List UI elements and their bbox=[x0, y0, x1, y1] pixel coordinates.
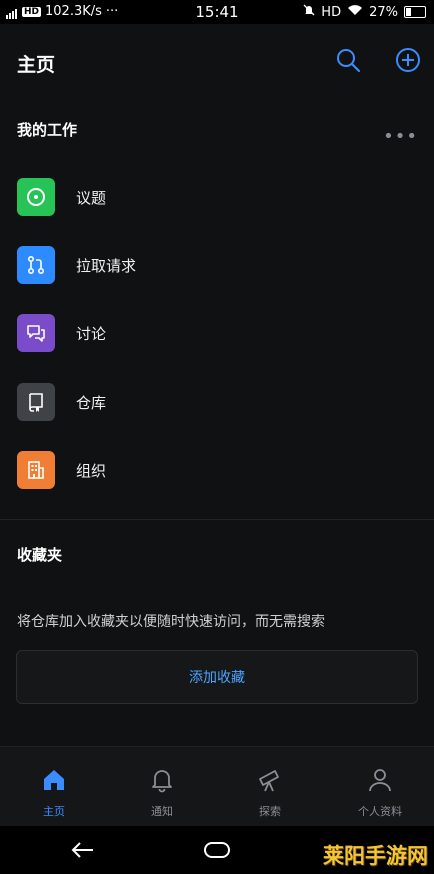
status-bar: HD 102.3K/s ··· 15:41 HD 27% bbox=[0, 0, 434, 24]
my-work-item-label: 拉取请求 bbox=[76, 257, 137, 275]
my-work-item-repositories[interactable]: 仓库 bbox=[0, 369, 434, 437]
my-work-item-label: 议题 bbox=[76, 189, 107, 207]
tab-explore[interactable]: 探索 bbox=[216, 747, 324, 827]
favorites-title: 收藏夹 bbox=[17, 546, 63, 564]
my-work-item-pull-requests[interactable]: 拉取请求 bbox=[0, 232, 434, 300]
bottom-tab-bar: 主页 通知 探索 个人资料 bbox=[0, 746, 434, 827]
watermark-logo: 莱阳手游网 bbox=[323, 844, 428, 868]
plus-circle-icon bbox=[396, 48, 420, 72]
my-work-item-label: 组织 bbox=[76, 462, 107, 480]
my-work-item-issues[interactable]: 议题 bbox=[0, 164, 434, 232]
favorites-hint: 将仓库加入收藏夹以便随时快速访问，而无需搜索 bbox=[17, 614, 325, 630]
tab-notifications[interactable]: 通知 bbox=[108, 747, 216, 827]
tab-label: 主页 bbox=[43, 805, 65, 818]
telescope-icon bbox=[259, 770, 279, 792]
my-work-item-discussions[interactable]: 讨论 bbox=[0, 300, 434, 368]
my-work-item-organizations[interactable]: 组织 bbox=[0, 437, 434, 505]
my-work-item-label: 讨论 bbox=[76, 325, 107, 343]
more-options-icon[interactable]: ••• bbox=[383, 126, 418, 147]
bell-icon bbox=[152, 770, 172, 793]
my-work-item-label: 仓库 bbox=[76, 394, 107, 412]
tab-label: 探索 bbox=[259, 805, 281, 818]
issue-icon bbox=[17, 178, 55, 216]
battery-level: 27% bbox=[369, 4, 398, 20]
home-pill-icon[interactable] bbox=[203, 841, 231, 859]
person-icon bbox=[369, 769, 391, 792]
discussion-icon bbox=[17, 314, 55, 352]
home-icon bbox=[44, 770, 64, 790]
pull-request-icon bbox=[17, 246, 55, 284]
tab-profile[interactable]: 个人资料 bbox=[326, 747, 434, 827]
search-button[interactable] bbox=[334, 46, 362, 74]
app-bar: 主页 bbox=[0, 24, 434, 98]
page-title: 主页 bbox=[17, 54, 56, 76]
tab-label: 个人资料 bbox=[358, 805, 402, 818]
create-button[interactable] bbox=[394, 46, 422, 74]
my-work-title: 我的工作 bbox=[17, 121, 78, 139]
organization-icon bbox=[17, 451, 55, 489]
search-icon bbox=[337, 49, 361, 73]
add-favorite-button[interactable]: 添加收藏 bbox=[16, 650, 418, 704]
repo-icon bbox=[17, 383, 55, 421]
section-divider bbox=[0, 519, 434, 520]
wifi-icon bbox=[347, 4, 363, 20]
network-type: HD bbox=[321, 4, 342, 20]
tab-home[interactable]: 主页 bbox=[0, 747, 108, 827]
battery-icon bbox=[404, 6, 426, 18]
mute-icon bbox=[303, 4, 315, 20]
back-icon[interactable] bbox=[70, 840, 96, 860]
tab-label: 通知 bbox=[151, 805, 173, 818]
